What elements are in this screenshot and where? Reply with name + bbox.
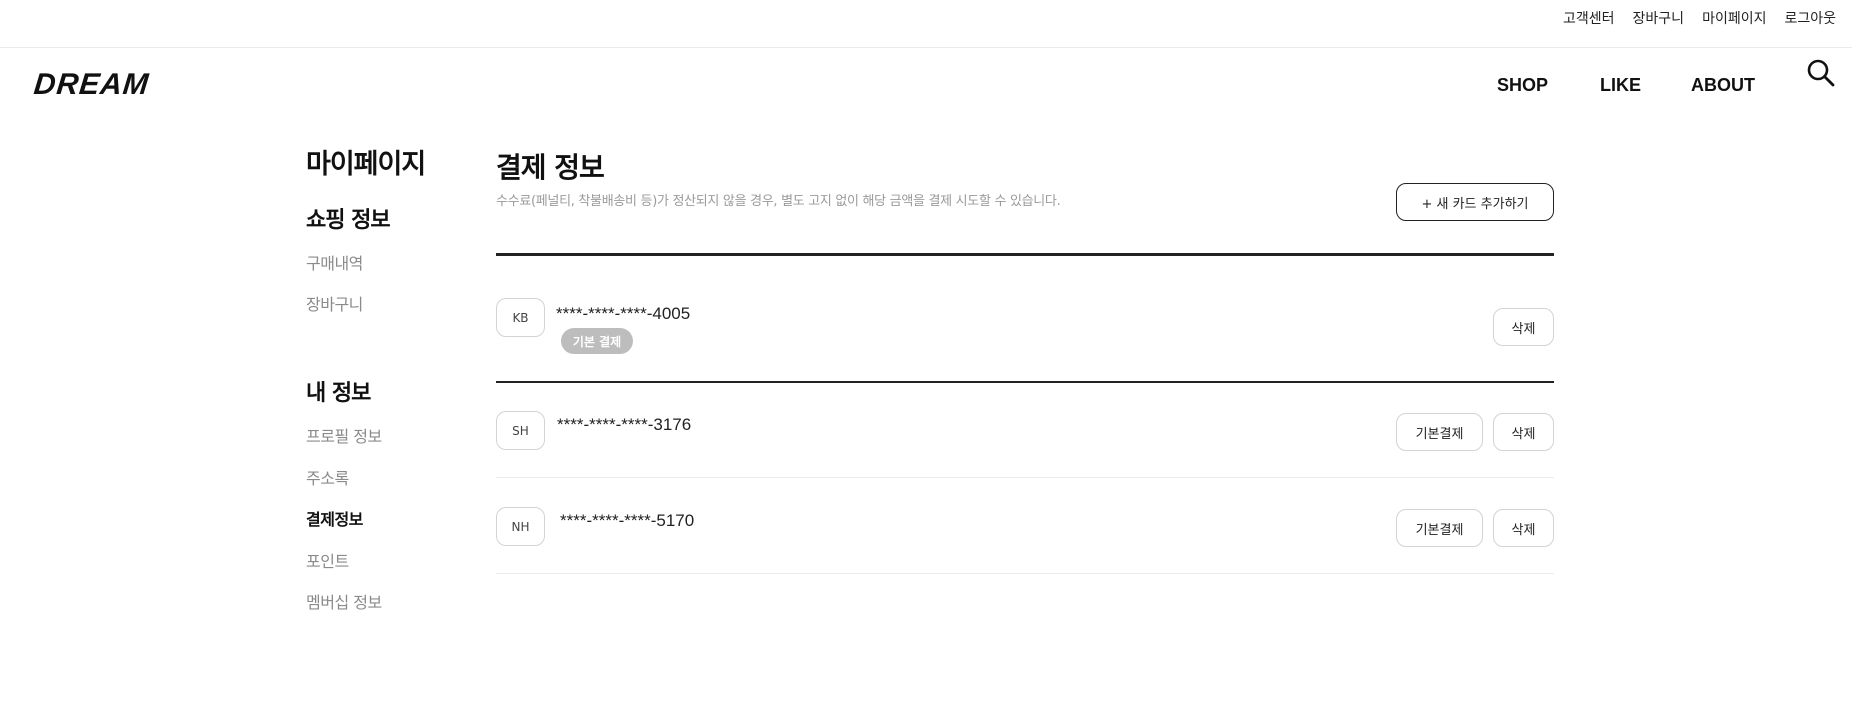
delete-card-button[interactable]: 삭제 [1493,308,1554,346]
nav-like[interactable]: LIKE [1600,75,1650,96]
top-link-logout[interactable]: 로그아웃 [1784,8,1836,28]
card-number: ****-****-****-3176 [557,415,692,434]
sidebar-item-points[interactable]: 포인트 [306,548,349,572]
top-link-customer-center[interactable]: 고객센터 [1563,8,1615,28]
nav-shop[interactable]: SHOP [1497,75,1557,96]
header-divider [496,253,1554,256]
sidebar-item-cart[interactable]: 장바구니 [306,291,363,315]
default-card-divider [496,381,1554,383]
set-default-button[interactable]: 기본결제 [1396,413,1483,451]
card-row: KB ****-****-****-4005 기본 결제 삭제 [496,298,1554,378]
delete-card-button[interactable]: 삭제 [1493,413,1554,451]
logo[interactable]: DREAM [32,68,150,102]
bank-badge: NH [496,507,545,546]
card-number: ****-****-****-4005 [556,304,691,323]
row-divider [496,477,1554,478]
sidebar-item-payment-info[interactable]: 결제정보 [306,506,363,530]
bank-badge: KB [496,298,545,337]
default-payment-badge: 기본 결제 [561,328,633,354]
bank-badge: SH [496,411,545,450]
sidebar-group-shopping: 쇼핑 정보 [306,208,391,233]
sidebar-title: 마이페이지 [306,149,426,180]
row-divider [496,573,1554,574]
set-default-button[interactable]: 기본결제 [1396,509,1483,547]
card-row: NH ****-****-****-5170 기본결제 삭제 [496,507,1554,587]
top-links: 고객센터 장바구니 마이페이지 로그아웃 [1563,8,1836,28]
sidebar-item-profile[interactable]: 프로필 정보 [306,423,382,447]
top-utility-bar: 고객센터 장바구니 마이페이지 로그아웃 [0,0,1852,48]
sidebar-item-address-book[interactable]: 주소록 [306,465,349,489]
search-icon[interactable] [1806,58,1836,88]
top-link-mypage[interactable]: 마이페이지 [1702,8,1766,28]
main-header: DREAM SHOP LIKE ABOUT [0,48,1852,124]
sidebar-item-membership[interactable]: 멤버십 정보 [306,589,382,613]
delete-card-button[interactable]: 삭제 [1493,509,1554,547]
top-link-cart[interactable]: 장바구니 [1633,8,1685,28]
nav-about[interactable]: ABOUT [1691,75,1761,96]
card-row: SH ****-****-****-3176 기본결제 삭제 [496,411,1554,491]
sidebar-item-purchase-history[interactable]: 구매내역 [306,250,363,274]
page-title: 결제 정보 [496,151,605,184]
card-number: ****-****-****-5170 [560,511,695,530]
sidebar-group-my-info: 내 정보 [306,381,371,406]
page-description: 수수료(페널티, 착불배송비 등)가 정산되지 않을 경우, 별도 고지 없이 … [496,194,1061,209]
add-card-button[interactable]: + 새 카드 추가하기 [1396,183,1554,221]
